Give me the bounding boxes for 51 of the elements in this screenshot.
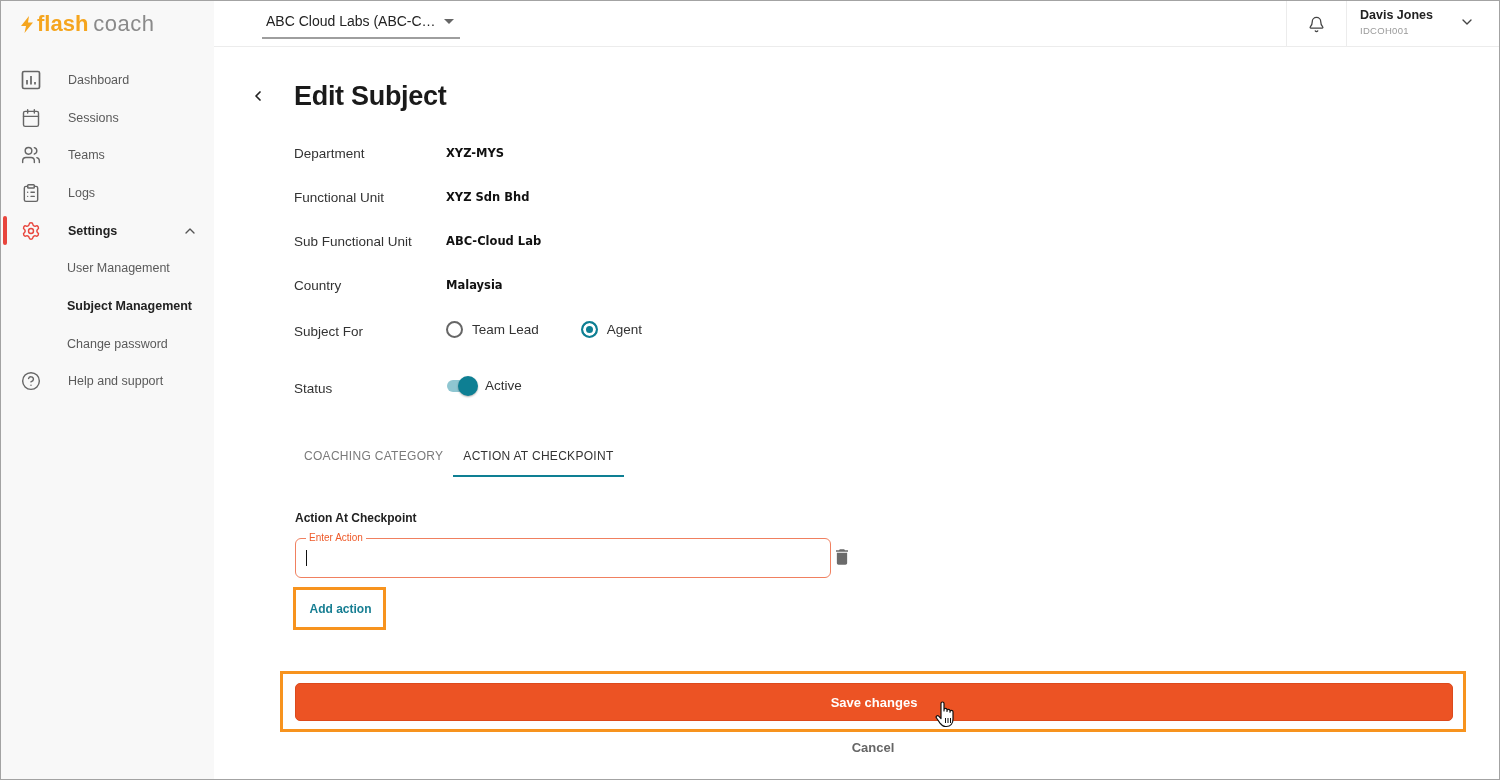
nav-item[interactable]: Teams: [1, 136, 214, 175]
hand-pointer-icon: [935, 700, 955, 728]
field-label: Sub Functional Unit: [294, 233, 413, 249]
nav-item[interactable]: Logs: [1, 174, 214, 212]
logo-text: flash: [37, 11, 89, 37]
field-legend: Enter Action: [306, 532, 366, 544]
field-value: Malaysia: [446, 278, 503, 292]
nav-item[interactable]: Sessions: [1, 98, 214, 137]
calendar-icon: [21, 107, 41, 128]
radio-label: Team Lead: [472, 321, 539, 337]
field-label: Functional Unit: [294, 189, 386, 205]
cancel-button[interactable]: Cancel: [851, 740, 895, 756]
field-value: XYZ Sdn Bhd: [446, 190, 530, 204]
toggle-switch[interactable]: [446, 375, 478, 396]
gear-icon: [21, 220, 41, 241]
field-label: Subject For: [294, 323, 365, 339]
nav-subitem[interactable]: User Management: [1, 249, 214, 288]
trash-icon[interactable]: [836, 549, 848, 565]
nav-subitem[interactable]: Subject Management: [1, 287, 214, 325]
text-cursor-icon: [306, 550, 307, 566]
field-label: Country: [294, 277, 343, 293]
organization-select[interactable]: ABC Cloud Labs (ABC-C…: [262, 9, 460, 39]
bell-icon[interactable]: [1308, 15, 1325, 33]
user-id: IDCOH001: [1360, 25, 1410, 36]
add-action-button[interactable]: Add action: [296, 590, 383, 627]
lightning-bolt-icon: [21, 15, 33, 33]
radio-label: Agent: [606, 321, 643, 337]
bar-chart-icon: [21, 69, 41, 90]
action-input-field[interactable]: Enter Action: [295, 532, 831, 578]
tab[interactable]: ACTION AT CHECKPOINT: [453, 431, 624, 477]
status-text: Active: [485, 378, 522, 393]
radio-button[interactable]: [580, 320, 598, 338]
page-title: Edit Subject: [294, 80, 447, 113]
tab[interactable]: COACHING CATEGORY: [294, 431, 454, 477]
save-button[interactable]: Save changes: [295, 683, 1453, 721]
logo-text: coach: [93, 11, 155, 37]
user-name: Davis Jones: [1360, 8, 1433, 22]
caret-down-icon: [443, 19, 454, 24]
help-icon: [21, 371, 41, 392]
nav-item[interactable]: Settings: [1, 211, 214, 250]
field-value: XYZ-MYS: [446, 146, 505, 160]
clipboard-icon: [21, 182, 41, 203]
section-heading: Action At Checkpoint: [295, 511, 417, 525]
people-icon: [21, 145, 41, 166]
nav-subitem[interactable]: Change password: [1, 324, 214, 363]
field-label: Status: [294, 380, 334, 396]
nav-item[interactable]: Dashboard: [1, 61, 214, 99]
field-label: Department: [294, 145, 366, 161]
radio-button[interactable]: [446, 320, 463, 338]
field-value: ABC-Cloud Lab: [446, 234, 542, 248]
nav-item[interactable]: Help and support: [1, 362, 214, 401]
